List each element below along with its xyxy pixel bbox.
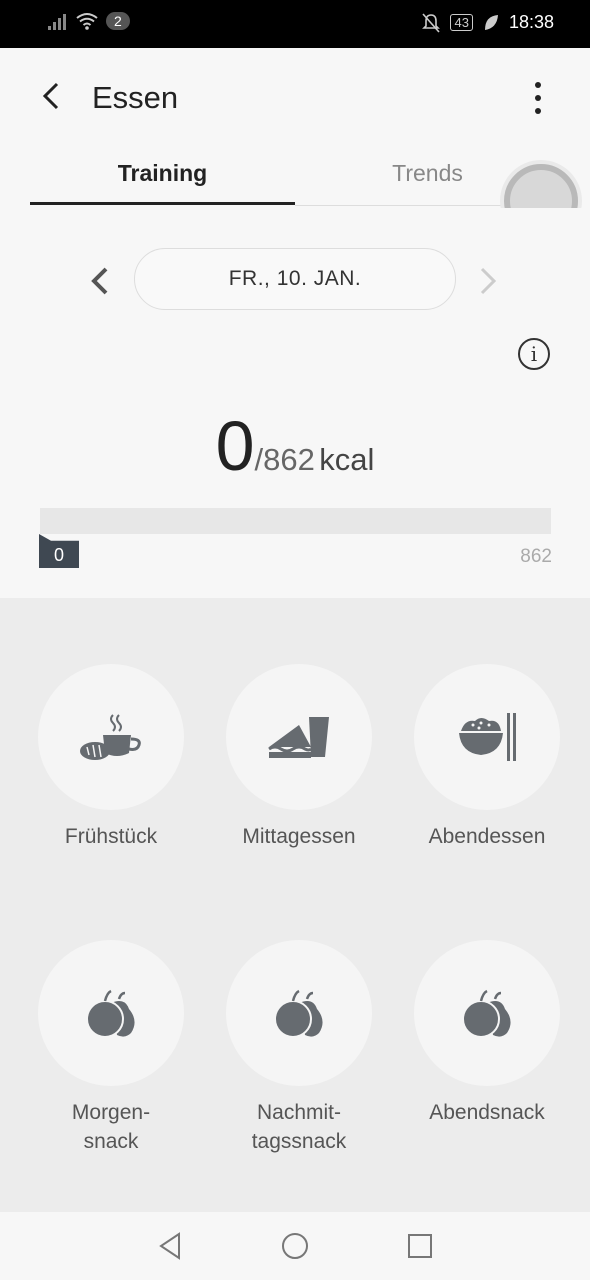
next-day-icon[interactable] [476,266,500,296]
mute-bell-icon [422,12,441,33]
meal-evening-snack-label: Abendsnack [429,1101,545,1124]
calorie-goal: /862 [254,442,315,477]
more-options-icon[interactable] [526,78,550,118]
breakfast-icon [80,714,141,760]
meal-lunch-circle[interactable] [226,664,372,810]
notification-badge: 2 [106,12,130,30]
meal-dinner-circle[interactable] [414,664,560,810]
meal-morning-snack-circle[interactable] [38,940,184,1086]
fruit-icon [86,989,135,1038]
page-title: Essen [92,80,179,115]
calorie-unit: kcal [319,442,375,477]
fruit-icon [274,989,323,1038]
status-bar: 2 43 18:38 [0,0,590,48]
meal-morning-snack[interactable]: Morgen- snack [26,940,196,1156]
meal-breakfast[interactable]: Frühstück [26,664,196,851]
progress-max-label: 862 [520,546,552,567]
info-icon[interactable]: i [518,338,550,370]
nav-back-icon[interactable] [154,1230,186,1262]
previous-day-icon[interactable] [88,266,112,296]
status-left: 2 [48,12,130,30]
app-header: Essen [0,48,590,148]
signal-icon [48,14,66,30]
tab-bar: Training Trends [0,148,590,208]
meal-evening-snack-circle[interactable] [414,940,560,1086]
meal-lunch[interactable]: Mittagessen [214,664,384,851]
summary-section: FR., 10. JAN. i 0/862 kcal 0 862 [0,208,590,598]
status-right: 43 18:38 [422,12,554,33]
meal-dinner-label: Abendessen [428,825,546,848]
rice-bowl-icon [459,713,516,761]
meal-grid: Frühstück Mittagessen Abendessen Morgen-… [0,598,590,1212]
meal-evening-snack[interactable]: Abendsnack [402,940,572,1127]
calorie-summary: 0/862 kcal [0,406,590,486]
nav-recents-icon[interactable] [404,1230,436,1262]
leaf-icon [484,14,498,30]
meal-afternoon-snack-circle[interactable] [226,940,372,1086]
meal-afternoon-snack-label: Nachmit- tagssnack [251,1101,347,1153]
wifi-icon [76,13,98,30]
calorie-progress-bar [40,508,551,534]
tab-training[interactable]: Training [30,160,295,187]
sandwich-icon [268,717,329,758]
meal-dinner[interactable]: Abendessen [402,664,572,851]
calories-consumed: 0 [215,407,255,485]
fruit-icon [462,989,511,1038]
date-selector[interactable]: FR., 10. JAN. [134,248,456,310]
meal-morning-snack-label: Morgen- snack [71,1101,151,1153]
clock: 18:38 [508,12,554,32]
progress-marker: 0 [39,534,79,568]
meal-afternoon-snack[interactable]: Nachmit- tagssnack [214,940,384,1156]
meal-breakfast-label: Frühstück [64,825,158,848]
active-tab-indicator [30,202,295,205]
battery-indicator: 43 [450,14,473,31]
meal-lunch-label: Mittagessen [242,825,356,848]
meal-breakfast-circle[interactable] [38,664,184,810]
back-arrow-icon[interactable] [36,76,66,116]
nav-home-icon[interactable] [279,1230,311,1262]
system-nav-bar [0,1212,590,1280]
